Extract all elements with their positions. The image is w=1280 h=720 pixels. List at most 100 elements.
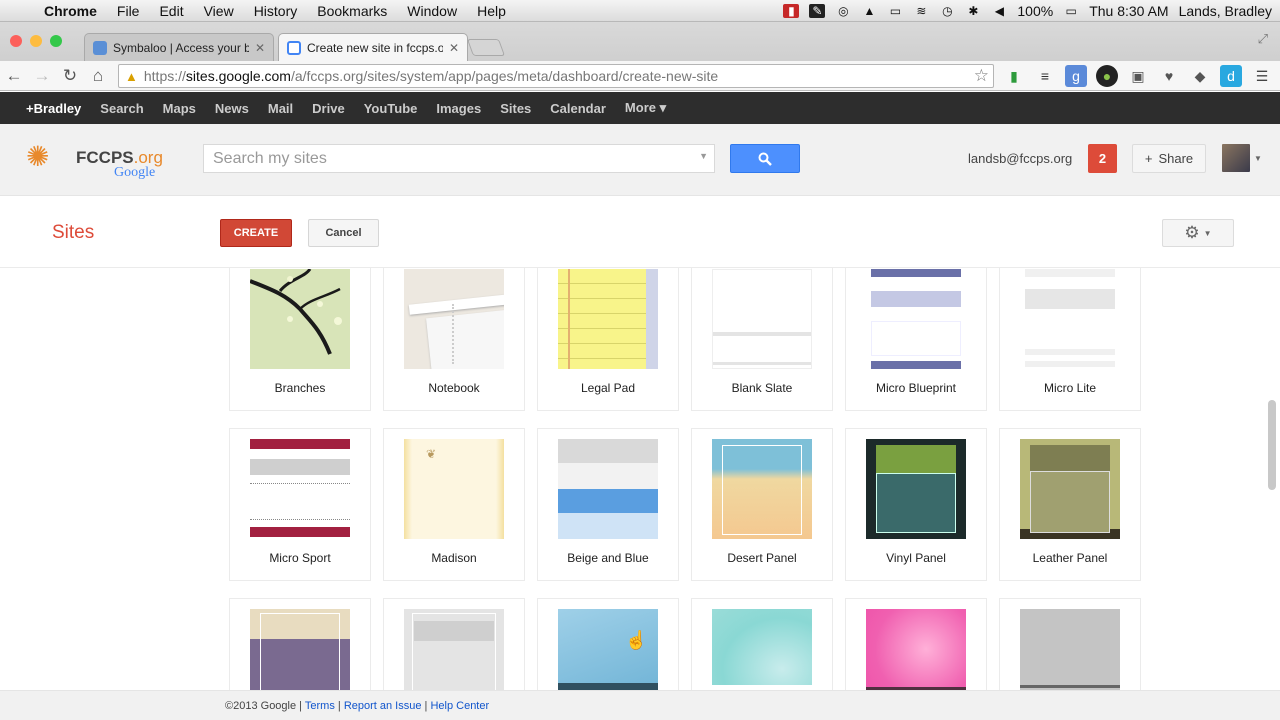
menu-edit[interactable]: Edit [149, 3, 193, 19]
footer-help-link[interactable]: Help Center [430, 700, 489, 712]
feedly-ext-icon[interactable]: ◆ [1189, 65, 1211, 87]
menu-history[interactable]: History [244, 3, 308, 19]
book-fan-logo-icon: ✺ [26, 141, 50, 172]
buffer-ext-icon[interactable]: ≡ [1034, 65, 1056, 87]
diigo-ext-icon[interactable]: d [1220, 65, 1242, 87]
theme-card-micro-lite[interactable]: Micro Lite [999, 268, 1141, 411]
menubar-clock[interactable]: Thu 8:30 AM [1089, 3, 1168, 19]
menu-bookmarks[interactable]: Bookmarks [307, 3, 397, 19]
page-title[interactable]: Sites [52, 222, 94, 244]
wifi-icon[interactable]: ≋ [913, 4, 929, 18]
bookmark-star-icon[interactable]: ☆ [974, 66, 989, 86]
search-sites-input[interactable]: Search my sites ▼ [203, 144, 715, 173]
close-tab-icon[interactable]: ✕ [449, 41, 459, 55]
theme-card[interactable] [845, 598, 987, 690]
theme-thumbnail [250, 439, 350, 539]
gbar-search-link[interactable]: Search [100, 101, 143, 116]
theme-card[interactable] [383, 598, 525, 690]
fullscreen-icon[interactable]: ⤢ [1258, 31, 1268, 47]
theme-card[interactable] [537, 598, 679, 690]
search-button[interactable] [730, 144, 800, 173]
theme-label: Madison [431, 551, 477, 565]
theme-card-notebook[interactable]: Notebook [383, 268, 525, 411]
theme-card-beige-and-blue[interactable]: Beige and Blue [537, 428, 679, 581]
minimize-window-button[interactable] [30, 35, 42, 47]
theme-card-madison[interactable]: ❦ Madison [383, 428, 525, 581]
theme-thumbnail [404, 269, 504, 369]
gbar-sites-link[interactable]: Sites [500, 101, 531, 116]
theme-label: Micro Blueprint [875, 381, 957, 395]
theme-card-blank-slate[interactable]: Blank Slate [691, 268, 833, 411]
record-icon[interactable]: ▮ [783, 4, 800, 18]
headphones-icon[interactable]: ◎ [835, 4, 851, 18]
theme-card-desert-panel[interactable]: Desert Panel [691, 428, 833, 581]
theme-card-micro-sport[interactable]: Micro Sport [229, 428, 371, 581]
volume-icon[interactable]: ◀ [991, 4, 1007, 18]
share-label: Share [1158, 151, 1194, 166]
forward-icon[interactable]: → [28, 66, 56, 86]
screenshot-ext-icon[interactable]: ▣ [1127, 65, 1149, 87]
address-bar[interactable]: ▲ https:// sites.google.com /a/fccps.org… [118, 64, 994, 88]
avatar[interactable] [1222, 144, 1250, 172]
footer-report-link[interactable]: Report an Issue [344, 700, 422, 712]
create-button[interactable]: CREATE [220, 219, 292, 247]
evernote-icon[interactable]: ✎ [809, 4, 826, 18]
lock-warning-icon[interactable]: ▲ [125, 69, 138, 84]
theme-card-leather-panel[interactable]: Leather Panel [999, 428, 1141, 581]
cancel-button[interactable]: Cancel [308, 219, 379, 247]
new-tab-button[interactable] [466, 39, 506, 56]
menu-view[interactable]: View [194, 3, 244, 19]
menu-help[interactable]: Help [467, 3, 516, 19]
gbar-calendar-link[interactable]: Calendar [550, 101, 606, 116]
gbar-profile-link[interactable]: +Bradley [26, 101, 81, 116]
gbar-drive-link[interactable]: Drive [312, 101, 345, 116]
gbar-maps-link[interactable]: Maps [163, 101, 196, 116]
account-email[interactable]: landsb@fccps.org [968, 151, 1072, 166]
notifications-badge[interactable]: 2 [1088, 144, 1117, 173]
theme-card-micro-blueprint[interactable]: Micro Blueprint [845, 268, 987, 411]
pocket-ext-icon[interactable]: ♥ [1158, 65, 1180, 87]
chevron-down-icon[interactable]: ▼ [1254, 154, 1262, 163]
fccps-logo[interactable]: ✺ FCCPS.org Google [26, 138, 176, 182]
footer-terms-link[interactable]: Terms [305, 700, 335, 712]
close-window-button[interactable] [10, 35, 22, 47]
menu-app-chrome[interactable]: Chrome [34, 3, 107, 19]
gbar-youtube-link[interactable]: YouTube [364, 101, 418, 116]
gbar-mail-link[interactable]: Mail [268, 101, 293, 116]
url-protocol: https:// [143, 68, 186, 84]
theme-thumbnail [558, 439, 658, 539]
theme-card-legal-pad[interactable]: Legal Pad [537, 268, 679, 411]
search-dropdown-icon[interactable]: ▼ [699, 151, 708, 161]
chrome-menu-icon[interactable]: ☰ [1251, 65, 1273, 87]
theme-card-branches[interactable]: Branches [229, 268, 371, 411]
theme-card-vinyl-panel[interactable]: Vinyl Panel [845, 428, 987, 581]
menu-file[interactable]: File [107, 3, 150, 19]
tab-create-site[interactable]: Create new site in fccps.or ✕ [278, 33, 468, 61]
camera-ext-icon[interactable]: ● [1096, 65, 1118, 87]
airplay-icon[interactable]: ▭ [887, 4, 903, 18]
drive-icon[interactable]: ▲ [861, 4, 877, 18]
tab-symbaloo[interactable]: Symbaloo | Access your bo ✕ [84, 33, 274, 61]
battery-icon[interactable]: ▭ [1063, 4, 1079, 18]
page-scrollbar[interactable] [1268, 400, 1276, 490]
bluetooth-icon[interactable]: ✱ [965, 4, 981, 18]
theme-card[interactable] [229, 598, 371, 690]
menu-window[interactable]: Window [397, 3, 467, 19]
reload-icon[interactable]: ↻ [56, 66, 84, 86]
page-footer: ©2013 Google | Terms | Report an Issue |… [0, 690, 1280, 720]
close-tab-icon[interactable]: ✕ [255, 41, 265, 55]
theme-card[interactable] [999, 598, 1141, 690]
evernote-ext-icon[interactable]: ▮ [1003, 65, 1025, 87]
back-icon[interactable]: ← [0, 66, 28, 86]
menubar-user[interactable]: Lands, Bradley [1179, 3, 1272, 19]
google-ext-icon[interactable]: g [1065, 65, 1087, 87]
theme-card[interactable] [691, 598, 833, 690]
settings-button[interactable]: ⚙ ▼ [1162, 219, 1234, 247]
home-icon[interactable]: ⌂ [84, 66, 112, 86]
gbar-news-link[interactable]: News [215, 101, 249, 116]
share-button[interactable]: + Share [1132, 144, 1206, 173]
gbar-more-link[interactable]: More ▾ [625, 100, 666, 116]
gbar-images-link[interactable]: Images [436, 101, 481, 116]
zoom-window-button[interactable] [50, 35, 62, 47]
time-machine-icon[interactable]: ◷ [939, 4, 955, 18]
